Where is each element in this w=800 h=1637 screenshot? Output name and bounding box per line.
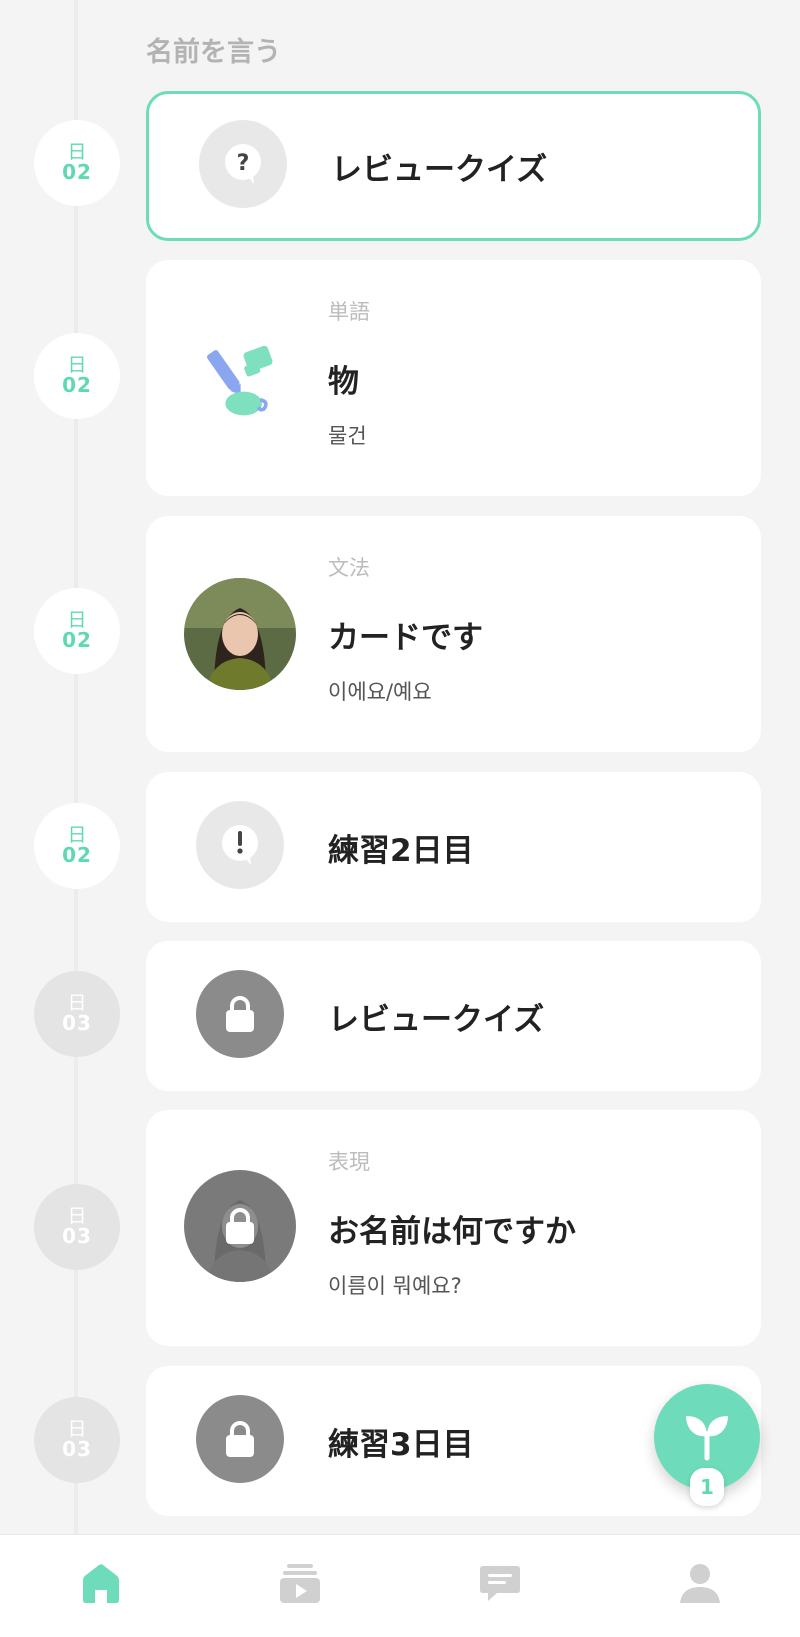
- day-badge-label: 日: [67, 1204, 87, 1227]
- day-badge: 日 03: [34, 1184, 120, 1270]
- card-title: カードです: [328, 620, 483, 656]
- video-playlist-icon: [279, 1562, 321, 1608]
- timeline-line: [74, 0, 78, 1540]
- exclamation-bubble-icon: [196, 801, 284, 889]
- question-bubble-icon: ?: [199, 120, 287, 208]
- nav-home-button[interactable]: [71, 1555, 131, 1615]
- day-badge-number: 02: [62, 373, 92, 398]
- day-badge-label: 日: [67, 823, 87, 846]
- card-title: 物: [328, 364, 359, 400]
- card-subtitle: 이름이 뭐예요?: [328, 1274, 462, 1298]
- section-title: 名前を言う: [146, 37, 281, 68]
- card-category: 単語: [328, 300, 370, 324]
- lock-icon: [223, 1206, 257, 1250]
- day-badge-number: 02: [62, 843, 92, 868]
- day-badge-label: 日: [67, 1417, 87, 1440]
- day-badge-number: 02: [62, 628, 92, 653]
- day-badge: 日 02: [34, 333, 120, 419]
- day-badge-label: 日: [67, 353, 87, 376]
- teacher-avatar-locked: [184, 1170, 296, 1282]
- svg-text:?: ?: [237, 151, 250, 176]
- card-category: 表現: [328, 1150, 370, 1174]
- card-category: 文法: [328, 556, 370, 580]
- card-title: レビュークイズ: [328, 1002, 545, 1038]
- day-badge: 日 02: [34, 120, 120, 206]
- card-title: レビュークイズ: [331, 152, 548, 188]
- day-badge-number: 02: [62, 160, 92, 185]
- card-subtitle: 이에요/예요: [328, 680, 432, 704]
- lesson-card-grammar[interactable]: 文法 カードです 이에요/예요: [146, 516, 761, 752]
- day-badge-number: 03: [62, 1437, 92, 1462]
- nav-chat-button[interactable]: [470, 1555, 530, 1615]
- lesson-card-practice-day-2[interactable]: 練習2日目: [146, 772, 761, 922]
- day-badge: 日 03: [34, 1397, 120, 1483]
- day-badge: 日 03: [34, 971, 120, 1057]
- nav-videos-button[interactable]: [270, 1555, 330, 1615]
- day-badge-label: 日: [67, 991, 87, 1014]
- lesson-card-word[interactable]: 単語 物 물건: [146, 260, 761, 496]
- card-title: 練習3日目: [328, 1427, 474, 1463]
- profile-icon: [679, 1562, 721, 1608]
- day-badge: 日 02: [34, 588, 120, 674]
- sprout-icon: [680, 1408, 734, 1466]
- lesson-card-review-quiz[interactable]: ? レビュークイズ: [146, 91, 761, 241]
- day-badge-label: 日: [67, 140, 87, 163]
- card-title: 練習2日目: [328, 833, 474, 869]
- card-title: お名前は何ですか: [328, 1214, 576, 1250]
- teacher-avatar: [184, 578, 296, 690]
- sprout-count-badge: 1: [690, 1468, 724, 1506]
- day-badge: 日 02: [34, 803, 120, 889]
- card-subtitle: 물건: [328, 424, 367, 448]
- stationery-illustration-icon: [196, 332, 284, 420]
- lock-icon: [196, 1395, 284, 1483]
- lesson-card-review-quiz-locked[interactable]: レビュークイズ: [146, 941, 761, 1091]
- chat-icon: [479, 1562, 521, 1608]
- home-icon: [79, 1562, 123, 1608]
- bottom-navigation: [0, 1534, 800, 1637]
- lesson-card-expression-locked[interactable]: 表現 お名前は何ですか 이름이 뭐예요?: [146, 1110, 761, 1346]
- nav-profile-button[interactable]: [670, 1555, 730, 1615]
- day-badge-number: 03: [62, 1224, 92, 1249]
- lock-icon: [196, 970, 284, 1058]
- day-badge-number: 03: [62, 1011, 92, 1036]
- day-badge-label: 日: [67, 608, 87, 631]
